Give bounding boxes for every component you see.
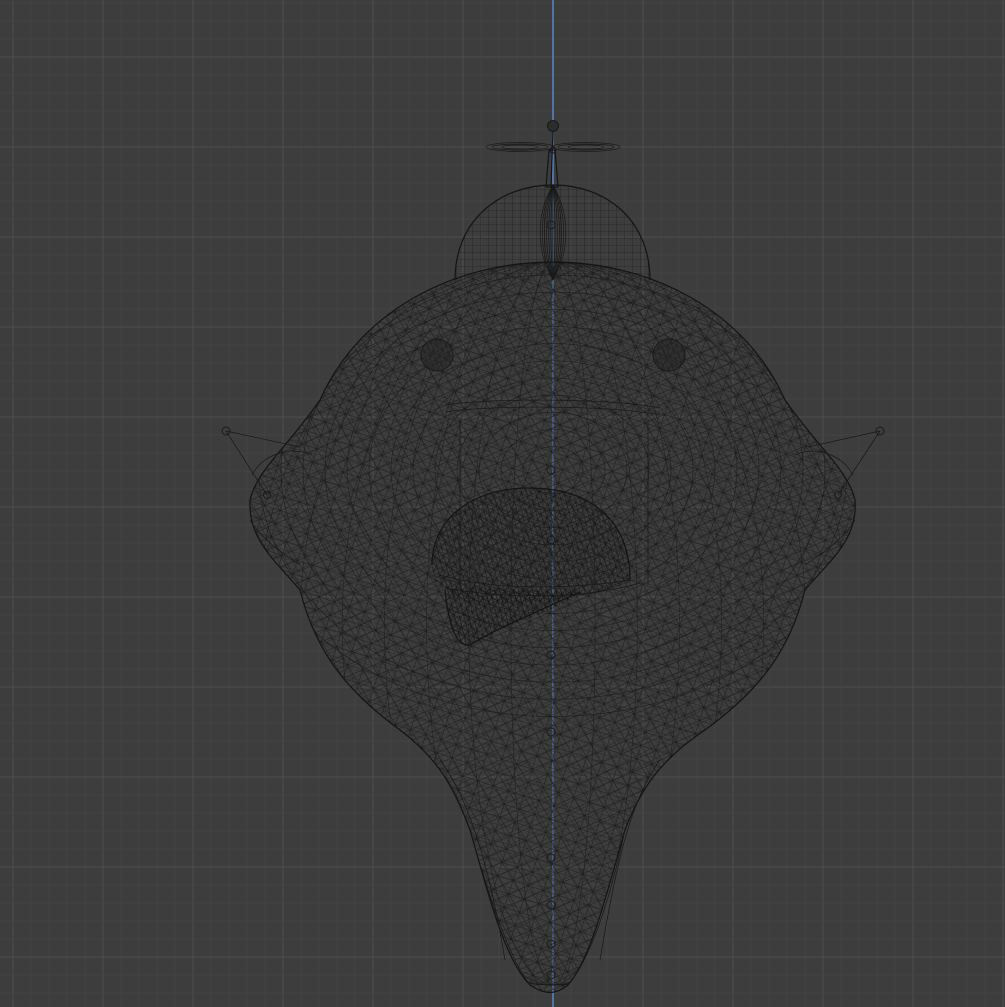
3d-viewport[interactable] xyxy=(0,0,1005,1007)
head-mesh[interactable] xyxy=(237,224,870,1000)
character-head-mesh[interactable] xyxy=(221,120,885,1001)
viewport-canvas[interactable] xyxy=(0,0,1005,1007)
right-eye[interactable] xyxy=(652,338,686,372)
left-eye[interactable] xyxy=(420,338,454,372)
